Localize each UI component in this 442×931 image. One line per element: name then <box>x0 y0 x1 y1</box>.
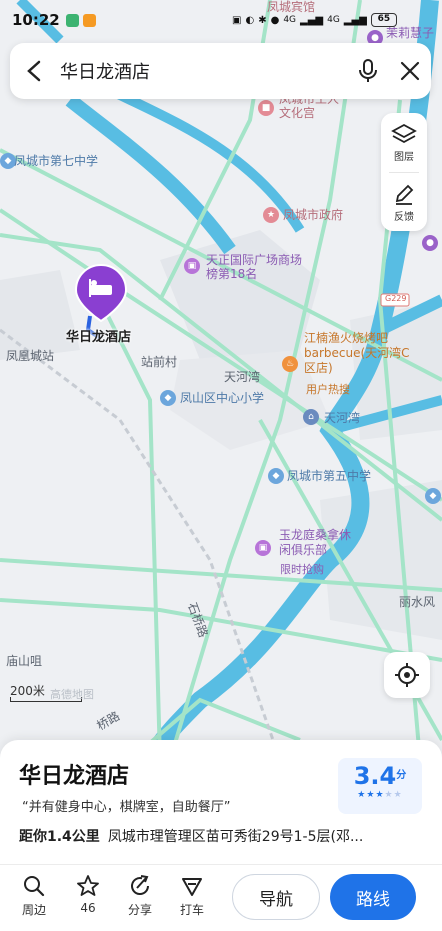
signal-bars-icon: ▂▄▆ <box>343 14 367 26</box>
school-icon[interactable]: ◆ <box>160 390 176 406</box>
hotel-marker[interactable] <box>74 263 128 325</box>
area-label-tianhe-1: 天河湾 <box>224 370 261 384</box>
school-icon[interactable]: ◆ <box>268 468 284 484</box>
favorite-count: 46 <box>80 901 96 915</box>
taxi-icon <box>182 878 202 896</box>
search-input[interactable]: 华日龙酒店 <box>60 58 347 84</box>
voice-search-button[interactable] <box>347 43 389 99</box>
app-notification-icon <box>82 13 96 27</box>
feedback-button[interactable]: 反馈 <box>381 173 427 232</box>
taxi-label: 打车 <box>179 903 204 917</box>
restaurant-icon[interactable]: ♨ <box>282 356 298 372</box>
area-label-miaoshan: 庙山咀 <box>6 654 43 668</box>
road-shield-g229: G229 <box>385 294 407 303</box>
app-notification-icon <box>65 13 79 27</box>
mute-icon: ◐ <box>245 14 255 26</box>
place-detail-card[interactable]: 华日龙酒店 “并有健身中心，棋牌室，自助餐厅” 距你1.4公里 凤城市理管理区苗可… <box>0 740 442 931</box>
action-bar: 周边 46 分享 打车 导航 路线 <box>0 870 442 928</box>
place-location[interactable]: 距你1.4公里 凤城市理管理区苗可秀街29号1-5层(邓... <box>19 826 424 846</box>
star-empty-icon: ★ <box>393 790 403 800</box>
crosshair-icon <box>395 663 419 687</box>
share-icon <box>131 875 150 895</box>
map-watermark: 高德地图 <box>50 688 94 701</box>
distance-text: 距你1.4公里 <box>19 829 100 845</box>
poi-label-tianhe-2[interactable]: 天河湾 <box>324 409 360 426</box>
signal-icon: 4G <box>283 15 297 25</box>
map-view[interactable]: 凤城宾馆 茉莉慧子 ● 凤城市工人文化宫 ■ ◆ 凤城市第七中学 ★ 凤城市政府… <box>0 0 442 765</box>
rating-unit: 分 <box>396 770 407 781</box>
area-label-lishui: 丽水风 <box>399 595 436 609</box>
star-outline-icon <box>77 875 99 896</box>
layers-icon <box>391 123 417 143</box>
edit-pen-icon <box>395 184 414 205</box>
star-icon: ★ <box>357 790 367 800</box>
club-icon[interactable]: ▣ <box>255 540 271 556</box>
landmark-icon[interactable]: ■ <box>258 100 274 116</box>
rating-score: 3.4 <box>353 762 397 790</box>
layers-button[interactable]: 图层 <box>381 113 427 172</box>
location-icon: ● <box>270 14 280 26</box>
poi-label-bbq[interactable]: 江楠渔火烧烤吧barbecue(天河湾C区店) <box>304 331 414 376</box>
address-text: 凤城市理管理区苗可秀街29号1-5层(邓... <box>107 829 364 845</box>
search-bar[interactable]: 华日龙酒店 <box>10 43 431 99</box>
card-divider <box>0 864 442 865</box>
star-icon: ★ <box>375 790 385 800</box>
place-features: “并有健身中心，棋牌室，自助餐厅” <box>22 800 231 815</box>
close-icon <box>400 61 420 81</box>
rating-badge[interactable]: 3.4分 ★★★★★ <box>338 758 422 814</box>
place-title: 华日龙酒店 <box>19 764 130 789</box>
status-icons: ▣ ◐ ✱ ● 4G ▂▄▆ 4G ▂▄▆ 65 <box>232 13 397 27</box>
battery-icon: 65 <box>370 13 397 27</box>
microphone-icon <box>359 59 377 82</box>
route-button[interactable]: 路线 <box>330 874 416 920</box>
navigate-button[interactable]: 导航 <box>232 874 320 920</box>
star-half-icon: ★ <box>384 790 394 800</box>
poi-label-middle-school-5[interactable]: 凤城市第五中学 <box>287 467 371 484</box>
search-icon <box>24 876 45 897</box>
poi-label-yulong-club[interactable]: 玉龙庭桑拿休闲俱乐部 <box>279 528 359 558</box>
shop-icon[interactable]: ● <box>422 235 438 251</box>
poi-label-fengshan-school[interactable]: 凤山区中心小学 <box>180 389 264 406</box>
poi-label-middle-school-7[interactable]: 凤城市第七中学 <box>14 152 98 169</box>
rating-stars: ★★★★★ <box>338 790 422 800</box>
share-label: 分享 <box>127 903 152 917</box>
school-icon[interactable]: ◆ <box>425 488 441 504</box>
promo-badge: 限时抢购 <box>280 563 324 576</box>
mall-icon[interactable]: ▣ <box>184 258 200 274</box>
layers-label: 图层 <box>394 151 414 163</box>
nearby-label: 周边 <box>21 903 46 917</box>
feedback-label: 反馈 <box>394 211 414 223</box>
share-button[interactable]: 分享 <box>117 874 163 918</box>
locate-me-button[interactable] <box>384 652 430 698</box>
map-tool-panel: 图层 反馈 <box>381 113 427 231</box>
signal-icon: 4G <box>327 15 340 25</box>
nfc-icon: ▣ <box>232 14 242 26</box>
status-time: 10:22 <box>12 11 60 29</box>
nearby-button[interactable]: 周边 <box>11 874 57 918</box>
map-canvas[interactable] <box>0 0 442 765</box>
back-arrow-icon <box>27 60 41 82</box>
taxi-button[interactable]: 打车 <box>169 874 215 918</box>
poi-label-government[interactable]: 凤城市政府 <box>283 206 343 223</box>
government-icon[interactable]: ★ <box>263 207 279 223</box>
hotel-marker-label[interactable]: 华日龙酒店 <box>66 326 131 345</box>
clear-search-button[interactable] <box>389 43 431 99</box>
favorite-button[interactable]: 46 <box>65 874 111 915</box>
back-button[interactable] <box>10 43 60 99</box>
hot-search-badge: 用户热搜 <box>306 383 350 396</box>
area-label-zhanqian: 站前村 <box>141 355 178 369</box>
bluetooth-icon: ✱ <box>258 14 267 26</box>
poi-label-tianzheng-plaza[interactable]: 天正国际广场商场榜第18名 <box>206 253 302 281</box>
station-label[interactable]: 凤凰城站 <box>6 347 54 364</box>
residence-icon[interactable]: ⌂ <box>303 409 319 425</box>
signal-bars-icon: ▂▄▆ <box>300 14 324 26</box>
